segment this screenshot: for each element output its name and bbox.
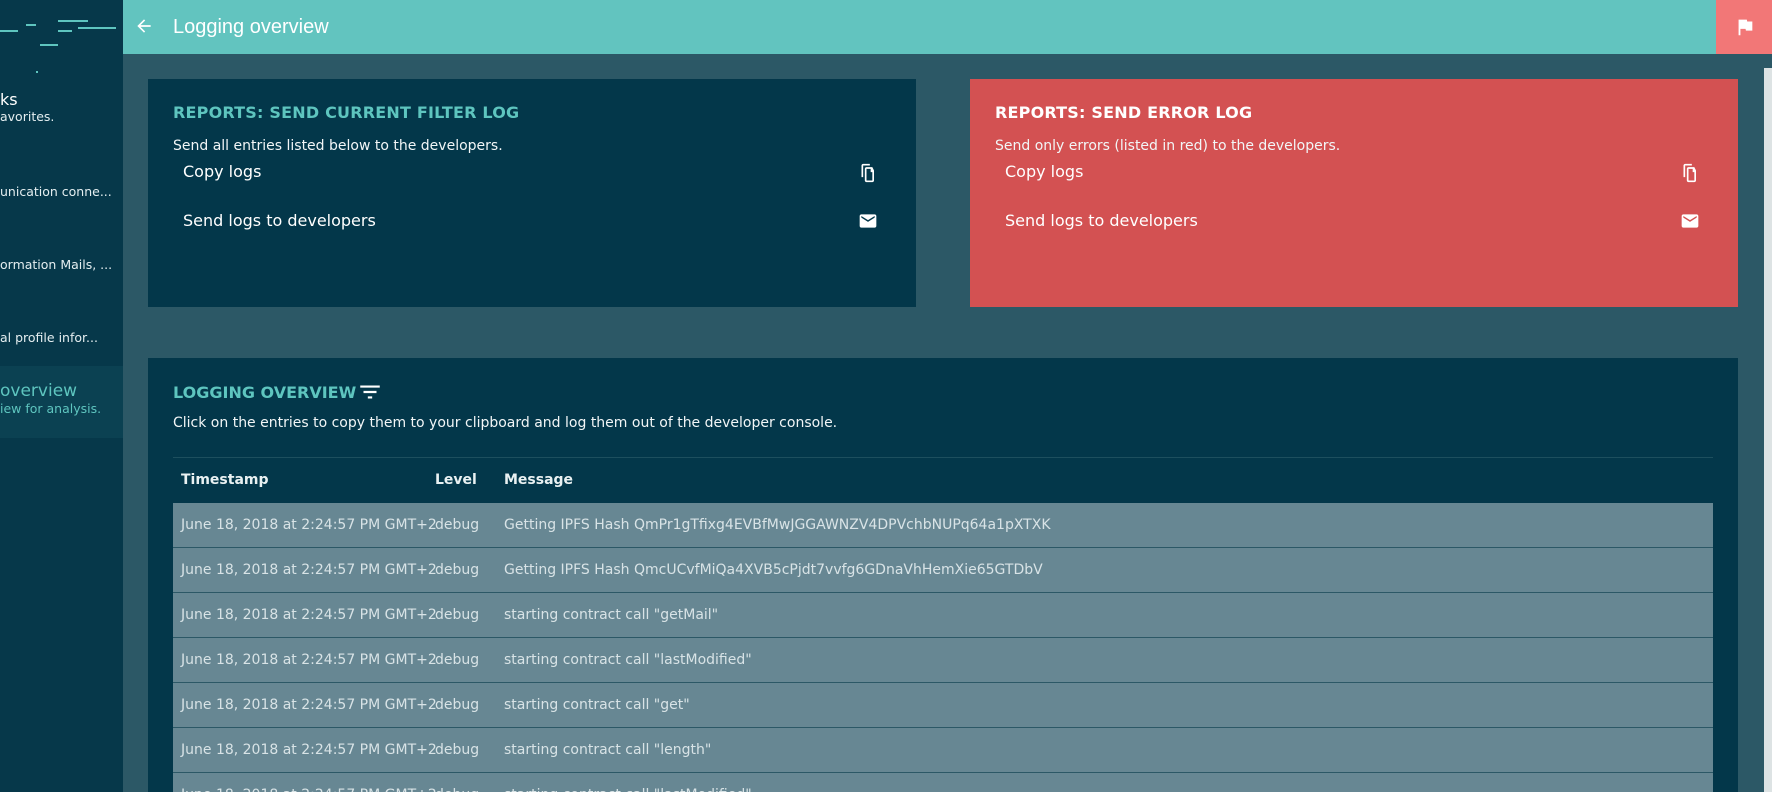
sidebar-item-title: overview [0, 381, 78, 401]
table-row[interactable]: June 18, 2018 at 2:24:57 PM GMT+2debug st… [173, 773, 1713, 792]
table-row[interactable]: June 18, 2018 at 2:24:57 PM GMT+2debug st… [173, 683, 1713, 728]
sidebar-item-subtitle: unication conne... [0, 184, 112, 199]
copy-icon [1683, 163, 1696, 183]
log-timestamp: June 18, 2018 at 2:24:57 PM GMT+2 [181, 742, 437, 758]
sidebar-item-subtitle: iew for analysis. [0, 401, 102, 416]
sidebar-item-favorites[interactable]: ks avorites. [0, 90, 123, 134]
sidebar-item-communication[interactable]: unication conne... [0, 184, 123, 208]
arrow-left-icon [137, 19, 151, 33]
top-bar: Logging overview [123, 0, 1772, 54]
log-level: debug [435, 562, 480, 578]
sidebar-item-profile[interactable]: al profile infor... [0, 330, 123, 354]
sidebar-item-title: ks [0, 90, 18, 109]
log-timestamp: June 18, 2018 at 2:24:57 PM GMT+2 [181, 562, 437, 578]
column-header-level[interactable]: Level [435, 458, 477, 503]
sidebar-item-logging-overview[interactable]: overview iew for analysis. [0, 366, 123, 438]
error-log-card: REPORTS: SEND ERROR LOG Send only errors… [970, 79, 1738, 307]
copy-error-logs-button[interactable]: Copy logs [995, 150, 1715, 194]
log-level: debug [435, 607, 480, 623]
log-level: debug [435, 742, 480, 758]
table-row[interactable]: June 18, 2018 at 2:24:57 PM GMT+2 debug Ge… [173, 548, 1713, 593]
card-title: REPORTS: SEND ERROR LOG [995, 103, 1253, 122]
card-title: REPORTS: SEND CURRENT FILTER LOG [173, 103, 520, 122]
flag-icon [1738, 19, 1753, 36]
column-header-timestamp[interactable]: Timestamp [181, 458, 269, 503]
copy-logs-label: Copy logs [1005, 162, 1084, 181]
section-title: LOGGING OVERVIEW [173, 383, 357, 402]
sidebar-item-subtitle: al profile infor... [0, 330, 98, 345]
copy-logs-label: Copy logs [183, 162, 262, 181]
filter-button[interactable] [357, 379, 383, 405]
log-message: starting contract call "length" [504, 742, 712, 758]
table-row[interactable]: June 18, 2018 at 2:24:57 PM GMT+2debug st… [173, 728, 1713, 773]
log-timestamp: June 18, 2018 at 2:24:57 PM GMT+2 [181, 773, 437, 792]
sidebar-item-subtitle: avorites. [0, 109, 55, 124]
table-body: June 18, 2018 at 2:24:57 PM GMT+2 debug Ge… [173, 503, 1713, 792]
table-row[interactable]: June 18, 2018 at 2:24:57 PM GMT+2debug st… [173, 593, 1713, 638]
mail-icon [859, 214, 877, 228]
filter-icon [360, 385, 380, 399]
copy-icon [861, 163, 874, 183]
log-level: debug [435, 773, 479, 792]
log-table: Timestamp Level Message June 18, 2018 at… [173, 458, 1713, 792]
send-logs-label: Send logs to developers [1005, 211, 1198, 230]
send-error-logs-button[interactable]: Send logs to developers [995, 199, 1715, 243]
log-message: starting contract call "getMail" [504, 607, 719, 623]
send-logs-label: Send logs to developers [183, 211, 376, 230]
copy-logs-button[interactable]: Copy logs [173, 150, 893, 194]
sidebar-item-subtitle: ormation Mails, ... [0, 257, 113, 272]
log-level: debug [435, 517, 480, 533]
log-timestamp: June 18, 2018 at 2:24:57 PM GMT+2 [181, 697, 437, 713]
section-description: Click on the entries to copy them to you… [173, 415, 838, 431]
log-timestamp: June 18, 2018 at 2:24:57 PM GMT+2 [181, 652, 437, 668]
log-message: Getting IPFS Hash QmcUCvfMiQa4XVB5cPjdt7… [504, 562, 1043, 578]
log-level: debug [435, 697, 480, 713]
table-row[interactable]: June 18, 2018 at 2:24:57 PM GMT+2 debug Ge… [173, 503, 1713, 548]
report-flag-button[interactable] [1716, 0, 1772, 54]
page-title: Logging overview [173, 16, 329, 38]
log-message: starting contract call "lastModified" [504, 773, 752, 792]
log-level: debug [435, 652, 480, 668]
column-header-message[interactable]: Message [504, 458, 573, 503]
table-row[interactable]: June 18, 2018 at 2:24:57 PM GMT+2debug st… [173, 638, 1713, 683]
filter-log-card: REPORTS: SEND CURRENT FILTER LOG Send al… [148, 79, 916, 307]
log-message: starting contract call "get" [504, 697, 690, 713]
mail-icon [1681, 214, 1699, 228]
send-logs-button[interactable]: Send logs to developers [173, 199, 893, 243]
logging-overview-panel: LOGGING OVERVIEW Click on the entries to… [148, 358, 1738, 792]
logo [0, 0, 123, 80]
page-scrollbar[interactable] [1764, 68, 1772, 792]
sidebar: ks avorites. unication conne... ormation… [0, 0, 123, 792]
log-timestamp: June 18, 2018 at 2:24:57 PM GMT+2 [181, 607, 437, 623]
log-timestamp: June 18, 2018 at 2:24:57 PM GMT+2 [181, 517, 437, 533]
log-message: starting contract call "lastModified" [504, 652, 752, 668]
log-message: Getting IPFS Hash QmPr1gTfixg4EVBfMwJGGA… [504, 517, 1051, 533]
back-button[interactable] [123, 0, 163, 54]
sidebar-item-mails[interactable]: ormation Mails, ... [0, 257, 123, 281]
table-header: Timestamp Level Message [173, 458, 1713, 503]
